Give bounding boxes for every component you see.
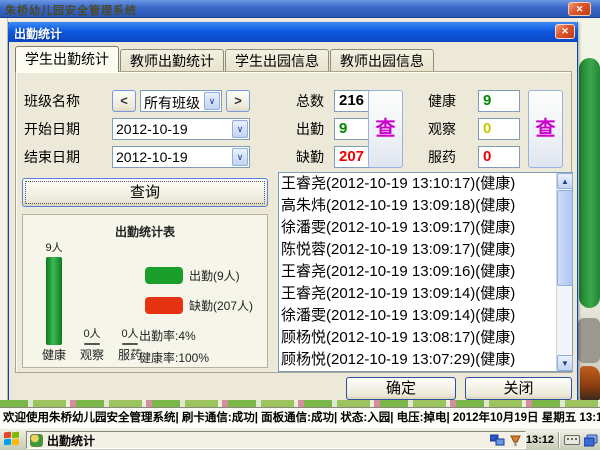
list-item[interactable]: 高朱炜(2012-10-19 13:09:18)(健康) <box>279 195 572 217</box>
list-scrollbar[interactable]: ▲ ▼ <box>556 173 572 371</box>
desktop-wallpaper <box>578 18 600 400</box>
present-label: 出勤 <box>296 118 324 140</box>
scroll-down-icon[interactable]: ▼ <box>557 355 573 371</box>
list-item[interactable]: 顾杨悦(2012-10-19 13:08:17)(健康) <box>279 327 572 349</box>
query-button[interactable]: 查询 <box>22 178 268 207</box>
check-health-button[interactable]: 查 <box>528 90 563 168</box>
class-name-label: 班级名称 <box>24 90 80 112</box>
cartoon-character-graphic <box>580 366 600 400</box>
dialog-titlebar[interactable]: 出勤统计 ✕ <box>8 22 578 42</box>
bar-value-label: 9人 <box>45 239 62 255</box>
chevron-down-icon[interactable]: ∨ <box>232 148 248 166</box>
bar-observe <box>84 343 100 345</box>
dialog-close-icon[interactable]: ✕ <box>555 24 575 39</box>
chevron-down-icon[interactable]: ∨ <box>232 120 248 138</box>
left-edge-strip <box>0 18 8 400</box>
tab-teacher-exit-info[interactable]: 教师出园信息 <box>330 49 434 72</box>
list-item[interactable]: 顾杨悦(2012-10-19 13:07:29)(健康) <box>279 349 572 371</box>
bar-value-label: 0人 <box>83 325 100 341</box>
medicine-value: 0 <box>478 146 520 168</box>
check-attendance-button[interactable]: 查 <box>368 90 403 168</box>
legend-label-present: 出勤(9人) <box>189 267 240 284</box>
close-button[interactable]: 关闭 <box>465 377 572 400</box>
wallpaper-strip <box>0 400 600 407</box>
axis-label-healthy: 健康 <box>37 346 71 363</box>
end-date-select[interactable]: 2012-10-19 ∨ <box>112 146 250 168</box>
chart-title: 出勤统计表 <box>23 223 267 240</box>
prev-class-button[interactable]: < <box>112 90 136 112</box>
bar-value-label: 0人 <box>121 325 138 341</box>
keyboard-icon[interactable] <box>564 434 580 446</box>
taskbar-window-button[interactable]: 出勤统计 <box>26 431 526 449</box>
total-label: 总数 <box>296 90 324 112</box>
dialog-title: 出勤统计 <box>14 25 62 42</box>
chevron-down-icon[interactable]: ∨ <box>204 92 220 110</box>
list-item[interactable]: 徐潘雯(2012-10-19 13:09:17)(健康) <box>279 217 572 239</box>
end-date-value: 2012-10-19 <box>116 149 188 165</box>
tab-teacher-attendance[interactable]: 教师出勤统计 <box>120 49 224 72</box>
bar-medicine <box>122 343 138 345</box>
list-item[interactable]: 王睿尧(2012-10-19 13:09:14)(健康) <box>279 283 572 305</box>
attendance-chart: 出勤统计表 9人 0人 0人 健康 观察 服药 出勤(9人) 缺勤 <box>22 214 268 368</box>
healthy-label: 健康 <box>428 90 456 112</box>
legend-swatch-present <box>145 267 183 284</box>
medicine-label: 服药 <box>428 146 456 168</box>
status-bar: 欢迎使用朱桥幼儿园安全管理系统| 刷卡通信:成功| 面板通信:成功| 状态:入园… <box>0 407 600 428</box>
list-item[interactable]: 陈悦蓉(2012-10-19 13:09:17)(健康) <box>279 239 572 261</box>
end-date-label: 结束日期 <box>24 146 80 168</box>
plug-icon[interactable] <box>509 434 522 447</box>
next-class-button[interactable]: > <box>226 90 250 112</box>
start-date-value: 2012-10-19 <box>116 121 188 137</box>
tree-graphic <box>579 58 600 308</box>
taskbar-window-label: 出勤统计 <box>47 432 95 449</box>
tab-content-panel: 班级名称 开始日期 结束日期 < 所有班级 ∨ > 2012-10-19 ∨ 2… <box>15 71 572 373</box>
list-item[interactable]: 徐潘雯(2012-10-19 13:09:14)(健康) <box>279 305 572 327</box>
observe-label: 观察 <box>428 118 456 140</box>
class-select-value: 所有班级 <box>144 93 200 112</box>
windows-stack-icon[interactable] <box>584 434 598 447</box>
absent-label: 缺勤 <box>296 146 324 168</box>
healthy-value: 9 <box>478 90 520 112</box>
network-icon[interactable] <box>490 434 505 447</box>
tab-bar: 学生出勤统计 教师出勤统计 学生出园信息 教师出园信息 <box>15 46 435 72</box>
tab-student-attendance[interactable]: 学生出勤统计 <box>15 46 119 72</box>
start-date-label: 开始日期 <box>24 118 80 140</box>
start-date-select[interactable]: 2012-10-19 ∨ <box>112 118 250 140</box>
bar-healthy <box>46 257 62 345</box>
system-tray: 13:12 <box>490 431 598 449</box>
list-item[interactable]: 王睿尧(2012-10-19 13:09:16)(健康) <box>279 261 572 283</box>
clock[interactable]: 13:12 <box>526 434 554 446</box>
tab-student-exit-info[interactable]: 学生出园信息 <box>225 49 329 72</box>
app-icon <box>30 434 43 447</box>
taskbar: 出勤统计 13:12 <box>0 428 600 450</box>
class-select[interactable]: 所有班级 ∨ <box>140 90 222 112</box>
list-item[interactable]: 王睿尧(2012-10-19 13:10:17)(健康) <box>279 173 572 195</box>
main-close-button[interactable]: ✕ <box>568 2 591 16</box>
rock-graphic <box>578 318 600 363</box>
ok-button[interactable]: 确定 <box>346 377 456 400</box>
observe-value: 0 <box>478 118 520 140</box>
scrollbar-thumb[interactable] <box>557 190 573 286</box>
attendance-dialog: 出勤统计 ✕ 学生出勤统计 教师出勤统计 学生出园信息 教师出园信息 班级名称 … <box>8 22 578 403</box>
windows-start-icon[interactable] <box>4 432 20 447</box>
axis-label-observe: 观察 <box>75 346 109 363</box>
legend-swatch-absent <box>145 297 183 314</box>
attendance-rate-text: 出勤率:4% <box>139 327 196 344</box>
main-window-titlebar: 朱桥幼儿园安全管理系统 ✕ <box>0 0 600 18</box>
tray-divider <box>558 432 560 448</box>
attendance-list: 王睿尧(2012-10-19 13:10:17)(健康) 高朱炜(2012-10… <box>278 172 573 372</box>
scroll-up-icon[interactable]: ▲ <box>557 173 573 189</box>
health-rate-text: 健康率:100% <box>139 349 209 366</box>
main-window-title: 朱桥幼儿园安全管理系统 <box>5 2 137 18</box>
legend-label-absent: 缺勤(207人) <box>189 297 253 314</box>
